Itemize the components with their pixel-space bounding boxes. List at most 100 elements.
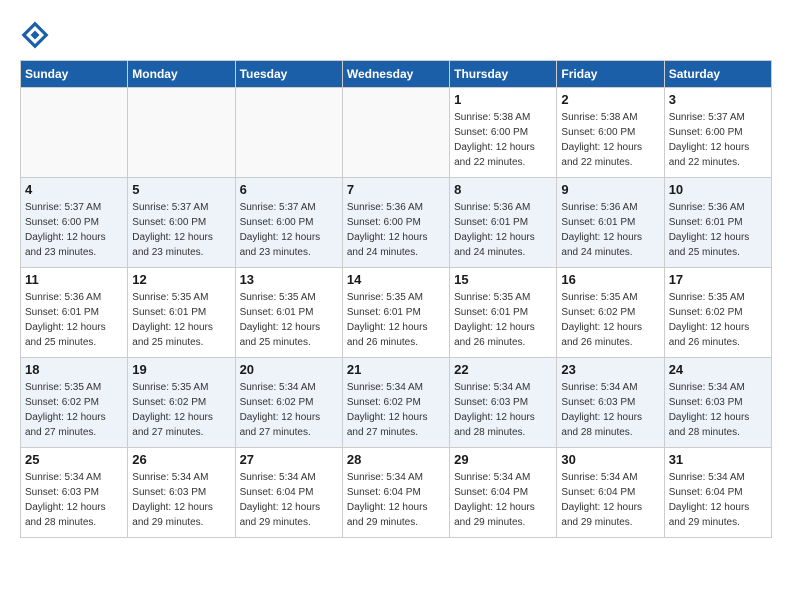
day-number: 5 (132, 182, 230, 197)
day-number: 16 (561, 272, 659, 287)
calendar-cell: 4Sunrise: 5:37 AM Sunset: 6:00 PM Daylig… (21, 178, 128, 268)
calendar-cell: 31 Sunrise: 5:34 AM Sunset: 6:04 PM Dayli… (664, 448, 771, 538)
logo (20, 20, 56, 50)
calendar-cell: 28 Sunrise: 5:34 AM Sunset: 6:04 PM Dayli… (342, 448, 449, 538)
calendar-cell: 7 Sunrise: 5:36 AM Sunset: 6:00 PM Daylig… (342, 178, 449, 268)
day-info: Sunrise: 5:37 AM Sunset: 6:00 PM Dayligh… (669, 110, 767, 170)
day-info: Sunrise: 5:34 AM Sunset: 6:03 PM Dayligh… (25, 470, 123, 530)
day-number: 6 (240, 182, 338, 197)
day-number: 17 (669, 272, 767, 287)
day-info: Sunrise: 5:34 AM Sunset: 6:04 PM Dayligh… (454, 470, 552, 530)
day-number: 4 (25, 182, 123, 197)
calendar-cell: 10 Sunrise: 5:36 AM Sunset: 6:01 PM Dayli… (664, 178, 771, 268)
day-info: Sunrise: 5:35 AM Sunset: 6:01 PM Dayligh… (347, 290, 445, 350)
day-info: Sunrise: 5:35 AM Sunset: 6:01 PM Dayligh… (454, 290, 552, 350)
calendar-cell: 16 Sunrise: 5:35 AM Sunset: 6:02 PM Dayli… (557, 268, 664, 358)
calendar-cell: 9Sunrise: 5:36 AM Sunset: 6:01 PM Daylig… (557, 178, 664, 268)
calendar-header-row: SundayMondayTuesdayWednesdayThursdayFrid… (21, 61, 772, 88)
day-info: Sunrise: 5:36 AM Sunset: 6:01 PM Dayligh… (25, 290, 123, 350)
calendar-cell: 3Sunrise: 5:37 AM Sunset: 6:00 PM Daylig… (664, 88, 771, 178)
day-info: Sunrise: 5:36 AM Sunset: 6:00 PM Dayligh… (347, 200, 445, 260)
calendar-cell: 15 Sunrise: 5:35 AM Sunset: 6:01 PM Dayli… (450, 268, 557, 358)
day-info: Sunrise: 5:34 AM Sunset: 6:02 PM Dayligh… (347, 380, 445, 440)
day-info: Sunrise: 5:35 AM Sunset: 6:02 PM Dayligh… (25, 380, 123, 440)
day-number: 18 (25, 362, 123, 377)
calendar-cell: 2 Sunrise: 5:38 AM Sunset: 6:00 PM Daylig… (557, 88, 664, 178)
calendar-header-friday: Friday (557, 61, 664, 88)
calendar-header-monday: Monday (128, 61, 235, 88)
day-info: Sunrise: 5:38 AM Sunset: 6:00 PM Dayligh… (454, 110, 552, 170)
day-number: 10 (669, 182, 767, 197)
calendar-cell: 19 Sunrise: 5:35 AM Sunset: 6:02 PM Dayli… (128, 358, 235, 448)
day-info: Sunrise: 5:36 AM Sunset: 6:01 PM Dayligh… (454, 200, 552, 260)
day-number: 15 (454, 272, 552, 287)
day-info: Sunrise: 5:34 AM Sunset: 6:03 PM Dayligh… (561, 380, 659, 440)
day-number: 24 (669, 362, 767, 377)
calendar-cell: 26 Sunrise: 5:34 AM Sunset: 6:03 PM Dayli… (128, 448, 235, 538)
day-info: Sunrise: 5:34 AM Sunset: 6:02 PM Dayligh… (240, 380, 338, 440)
day-info: Sunrise: 5:34 AM Sunset: 6:04 PM Dayligh… (669, 470, 767, 530)
day-info: Sunrise: 5:34 AM Sunset: 6:03 PM Dayligh… (669, 380, 767, 440)
day-number: 20 (240, 362, 338, 377)
day-number: 19 (132, 362, 230, 377)
day-info: Sunrise: 5:34 AM Sunset: 6:04 PM Dayligh… (240, 470, 338, 530)
calendar-cell: 5Sunrise: 5:37 AM Sunset: 6:00 PM Daylig… (128, 178, 235, 268)
day-info: Sunrise: 5:36 AM Sunset: 6:01 PM Dayligh… (561, 200, 659, 260)
calendar-cell: 6 Sunrise: 5:37 AM Sunset: 6:00 PM Daylig… (235, 178, 342, 268)
day-number: 13 (240, 272, 338, 287)
day-number: 8 (454, 182, 552, 197)
day-number: 28 (347, 452, 445, 467)
calendar-cell: 12Sunrise: 5:35 AM Sunset: 6:01 PM Dayli… (128, 268, 235, 358)
day-number: 27 (240, 452, 338, 467)
day-info: Sunrise: 5:35 AM Sunset: 6:01 PM Dayligh… (240, 290, 338, 350)
day-number: 31 (669, 452, 767, 467)
day-number: 23 (561, 362, 659, 377)
header (20, 20, 772, 50)
calendar-cell: 24 Sunrise: 5:34 AM Sunset: 6:03 PM Dayli… (664, 358, 771, 448)
day-number: 30 (561, 452, 659, 467)
day-number: 26 (132, 452, 230, 467)
day-number: 29 (454, 452, 552, 467)
calendar-cell: 22Sunrise: 5:34 AM Sunset: 6:03 PM Dayli… (450, 358, 557, 448)
calendar-cell: 18 Sunrise: 5:35 AM Sunset: 6:02 PM Dayli… (21, 358, 128, 448)
day-info: Sunrise: 5:35 AM Sunset: 6:02 PM Dayligh… (561, 290, 659, 350)
calendar-cell: 23 Sunrise: 5:34 AM Sunset: 6:03 PM Dayli… (557, 358, 664, 448)
calendar-cell (235, 88, 342, 178)
day-info: Sunrise: 5:37 AM Sunset: 6:00 PM Dayligh… (240, 200, 338, 260)
calendar-cell: 21Sunrise: 5:34 AM Sunset: 6:02 PM Dayli… (342, 358, 449, 448)
day-number: 22 (454, 362, 552, 377)
calendar-cell (128, 88, 235, 178)
calendar-cell: 1Sunrise: 5:38 AM Sunset: 6:00 PM Daylig… (450, 88, 557, 178)
day-info: Sunrise: 5:35 AM Sunset: 6:02 PM Dayligh… (132, 380, 230, 440)
day-number: 2 (561, 92, 659, 107)
calendar-header-thursday: Thursday (450, 61, 557, 88)
calendar-cell: 30 Sunrise: 5:34 AM Sunset: 6:04 PM Dayli… (557, 448, 664, 538)
calendar-cell: 29 Sunrise: 5:34 AM Sunset: 6:04 PM Dayli… (450, 448, 557, 538)
day-number: 14 (347, 272, 445, 287)
day-info: Sunrise: 5:38 AM Sunset: 6:00 PM Dayligh… (561, 110, 659, 170)
calendar-week-row-3: 11Sunrise: 5:36 AM Sunset: 6:01 PM Dayli… (21, 268, 772, 358)
day-number: 7 (347, 182, 445, 197)
day-info: Sunrise: 5:34 AM Sunset: 6:03 PM Dayligh… (132, 470, 230, 530)
day-info: Sunrise: 5:34 AM Sunset: 6:04 PM Dayligh… (347, 470, 445, 530)
day-info: Sunrise: 5:35 AM Sunset: 6:02 PM Dayligh… (669, 290, 767, 350)
calendar-header-saturday: Saturday (664, 61, 771, 88)
calendar-table: SundayMondayTuesdayWednesdayThursdayFrid… (20, 60, 772, 538)
day-number: 25 (25, 452, 123, 467)
calendar-header-sunday: Sunday (21, 61, 128, 88)
day-number: 12 (132, 272, 230, 287)
calendar-cell: 17 Sunrise: 5:35 AM Sunset: 6:02 PM Dayli… (664, 268, 771, 358)
calendar-week-row-5: 25 Sunrise: 5:34 AM Sunset: 6:03 PM Dayli… (21, 448, 772, 538)
day-info: Sunrise: 5:34 AM Sunset: 6:04 PM Dayligh… (561, 470, 659, 530)
calendar-cell: 14 Sunrise: 5:35 AM Sunset: 6:01 PM Dayli… (342, 268, 449, 358)
calendar-cell: 11Sunrise: 5:36 AM Sunset: 6:01 PM Dayli… (21, 268, 128, 358)
calendar-week-row-1: 1Sunrise: 5:38 AM Sunset: 6:00 PM Daylig… (21, 88, 772, 178)
calendar-cell: 20 Sunrise: 5:34 AM Sunset: 6:02 PM Dayli… (235, 358, 342, 448)
calendar-cell: 25 Sunrise: 5:34 AM Sunset: 6:03 PM Dayli… (21, 448, 128, 538)
calendar-header-tuesday: Tuesday (235, 61, 342, 88)
calendar-week-row-2: 4 Sunrise: 5:37 AM Sunset: 6:00 PM Daylig… (21, 178, 772, 268)
calendar-cell (21, 88, 128, 178)
day-info: Sunrise: 5:36 AM Sunset: 6:01 PM Dayligh… (669, 200, 767, 260)
calendar-week-row-4: 18 Sunrise: 5:35 AM Sunset: 6:02 PM Dayli… (21, 358, 772, 448)
calendar-cell: 13 Sunrise: 5:35 AM Sunset: 6:01 PM Dayli… (235, 268, 342, 358)
